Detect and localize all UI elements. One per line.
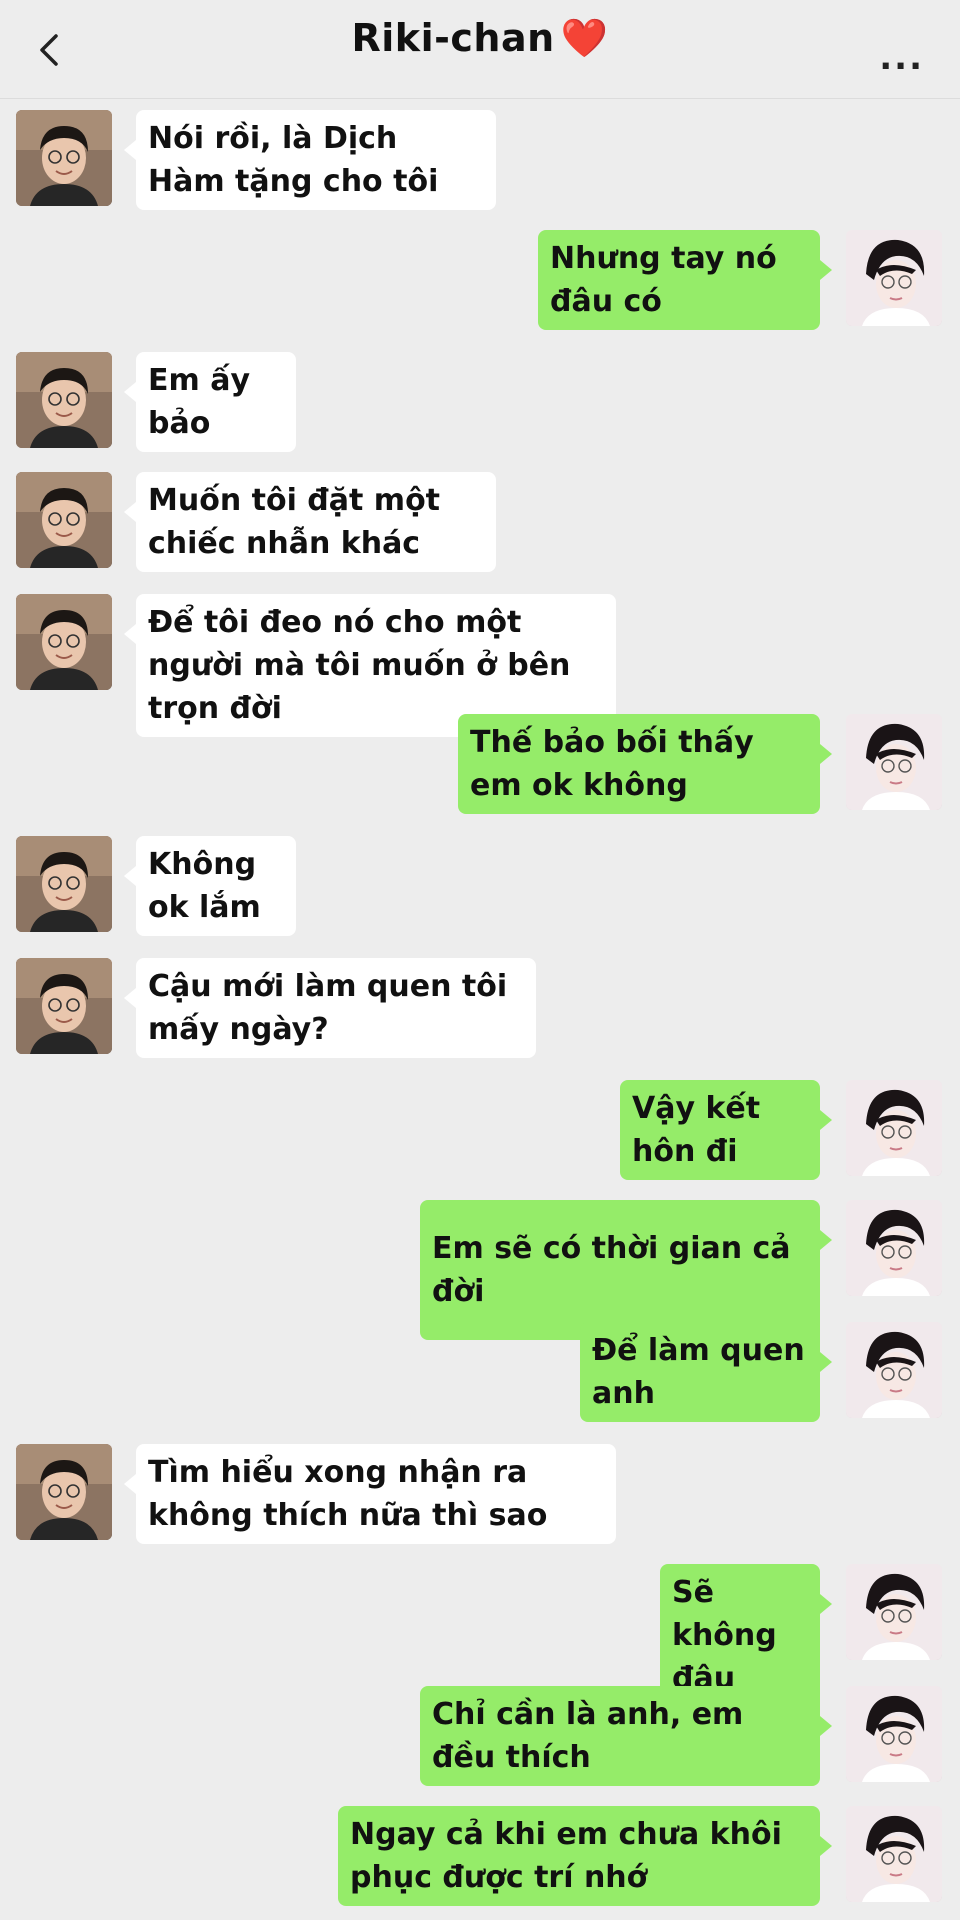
user-avatar[interactable] bbox=[846, 714, 942, 810]
chat-title: Riki-chan ❤️ bbox=[0, 16, 960, 61]
user-avatar[interactable] bbox=[846, 1564, 942, 1660]
message-bubble-incoming[interactable]: Nói rồi, là Dịch Hàm tặng cho tôi bbox=[124, 110, 496, 210]
message-bubble-outgoing[interactable]: Ngay cả khi em chưa khôi phục được trí n… bbox=[338, 1806, 832, 1906]
contact-avatar[interactable] bbox=[16, 472, 112, 568]
portrait-image bbox=[16, 836, 112, 932]
contact-avatar[interactable] bbox=[16, 836, 112, 932]
user-avatar[interactable] bbox=[846, 1080, 942, 1176]
message-bubble-incoming[interactable]: Tìm hiểu xong nhận ra không thích nữa th… bbox=[124, 1444, 616, 1544]
message-bubble-incoming[interactable]: Muốn tôi đặt một chiếc nhẫn khác bbox=[124, 472, 496, 572]
more-options-button[interactable]: ... bbox=[879, 38, 924, 78]
portrait-image bbox=[16, 352, 112, 448]
portrait-image bbox=[846, 1080, 942, 1176]
message-bubble-outgoing[interactable]: Nhưng tay nó đâu có bbox=[538, 230, 832, 330]
portrait-image bbox=[846, 1806, 942, 1902]
message-bubble-incoming[interactable]: Cậu mới làm quen tôi mấy ngày? bbox=[124, 958, 536, 1058]
portrait-image bbox=[846, 230, 942, 326]
user-avatar[interactable] bbox=[846, 1200, 942, 1296]
chat-header: Riki-chan ❤️ ... bbox=[0, 0, 960, 99]
message-bubble-outgoing[interactable]: Em sẽ có thời gian cả đời bbox=[420, 1200, 832, 1340]
message-bubble-incoming[interactable]: Em ấy bảo bbox=[124, 352, 296, 452]
portrait-image bbox=[16, 1444, 112, 1540]
contact-avatar[interactable] bbox=[16, 1444, 112, 1540]
heart-icon: ❤️ bbox=[560, 16, 609, 60]
contact-avatar[interactable] bbox=[16, 352, 112, 448]
user-avatar[interactable] bbox=[846, 1686, 942, 1782]
user-avatar[interactable] bbox=[846, 1806, 942, 1902]
portrait-image bbox=[846, 1686, 942, 1782]
portrait-image bbox=[846, 1322, 942, 1418]
contact-avatar[interactable] bbox=[16, 594, 112, 690]
message-bubble-outgoing[interactable]: Để làm quen anh bbox=[580, 1322, 832, 1422]
user-avatar[interactable] bbox=[846, 230, 942, 326]
portrait-image bbox=[846, 1200, 942, 1296]
message-bubble-outgoing[interactable]: Chỉ cần là anh, em đều thích bbox=[420, 1686, 832, 1786]
message-bubble-incoming[interactable]: Không ok lắm bbox=[124, 836, 296, 936]
portrait-image bbox=[16, 594, 112, 690]
portrait-image bbox=[846, 714, 942, 810]
portrait-image bbox=[16, 472, 112, 568]
portrait-image bbox=[846, 1564, 942, 1660]
contact-name: Riki-chan bbox=[351, 16, 555, 60]
contact-avatar[interactable] bbox=[16, 958, 112, 1054]
message-bubble-outgoing[interactable]: Thế bảo bối thấy em ok không bbox=[458, 714, 832, 814]
message-bubble-outgoing[interactable]: Vậy kết hôn đi bbox=[620, 1080, 832, 1180]
user-avatar[interactable] bbox=[846, 1322, 942, 1418]
portrait-image bbox=[16, 110, 112, 206]
portrait-image bbox=[16, 958, 112, 1054]
contact-avatar[interactable] bbox=[16, 110, 112, 206]
